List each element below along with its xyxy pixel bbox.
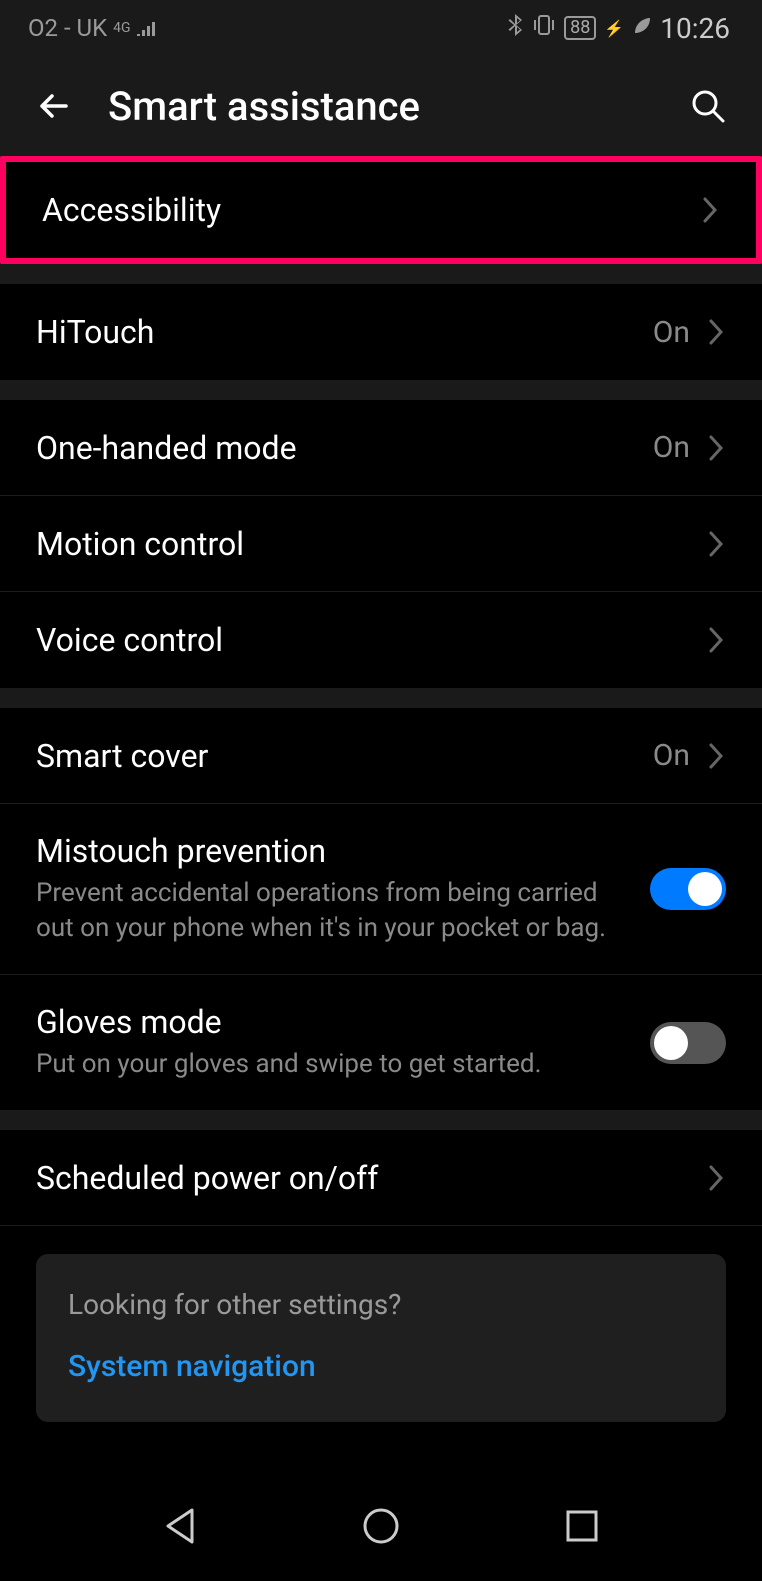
back-button[interactable] <box>32 84 76 128</box>
row-value: On <box>653 430 690 465</box>
nav-recent-button[interactable] <box>558 1502 606 1550</box>
row-one-handed-mode[interactable]: One-handed mode On <box>0 400 762 496</box>
chevron-right-icon <box>706 739 726 773</box>
row-description: Put on your gloves and swipe to get star… <box>36 1047 650 1082</box>
search-button[interactable] <box>686 84 730 128</box>
row-label: Voice control <box>36 621 706 659</box>
toggle-mistouch-prevention[interactable] <box>650 868 726 910</box>
chevron-right-icon <box>706 315 726 349</box>
row-label: Accessibility <box>42 191 700 229</box>
status-bar: O2 - UK 4G 88 ⚡ 10:26 <box>0 0 762 56</box>
battery-charging-icon: ⚡ <box>604 19 624 38</box>
carrier-label: O2 - UK <box>28 14 107 42</box>
nav-home-button[interactable] <box>357 1502 405 1550</box>
app-header: Smart assistance <box>0 56 762 156</box>
navigation-bar <box>0 1471 762 1581</box>
chevron-right-icon <box>706 431 726 465</box>
chevron-right-icon <box>706 623 726 657</box>
other-settings-title: Looking for other settings? <box>68 1288 694 1321</box>
settings-content: Accessibility HiTouch On One-handed mode… <box>0 156 762 1422</box>
row-smart-cover[interactable]: Smart cover On <box>0 708 762 804</box>
chevron-right-icon <box>700 193 720 227</box>
page-title: Smart assistance <box>108 83 654 130</box>
row-value: On <box>653 738 690 773</box>
bluetooth-icon <box>508 13 524 43</box>
row-accessibility[interactable]: Accessibility <box>6 162 756 258</box>
nav-back-button[interactable] <box>156 1502 204 1550</box>
chevron-right-icon <box>706 1161 726 1195</box>
row-label: Motion control <box>36 525 706 563</box>
link-system-navigation[interactable]: System navigation <box>68 1349 694 1384</box>
row-hitouch[interactable]: HiTouch On <box>0 284 762 380</box>
status-right: 88 ⚡ 10:26 <box>508 12 730 45</box>
row-mistouch-prevention: Mistouch prevention Prevent accidental o… <box>0 804 762 975</box>
row-label: Scheduled power on/off <box>36 1159 706 1197</box>
row-label: One-handed mode <box>36 429 653 467</box>
leaf-icon <box>632 14 652 42</box>
row-label: Gloves mode <box>36 1003 650 1041</box>
clock-time: 10:26 <box>660 12 730 45</box>
row-value: On <box>653 315 690 350</box>
battery-indicator: 88 <box>564 16 596 40</box>
row-label: HiTouch <box>36 313 653 351</box>
row-gloves-mode: Gloves mode Put on your gloves and swipe… <box>0 975 762 1110</box>
network-type: 4G <box>113 20 130 36</box>
toggle-gloves-mode[interactable] <box>650 1022 726 1064</box>
row-scheduled-power[interactable]: Scheduled power on/off <box>0 1130 762 1226</box>
section-accessibility-highlighted: Accessibility <box>0 156 762 264</box>
row-description: Prevent accidental operations from being… <box>36 876 650 946</box>
row-label: Smart cover <box>36 737 653 775</box>
row-motion-control[interactable]: Motion control <box>0 496 762 592</box>
other-settings-card: Looking for other settings? System navig… <box>36 1254 726 1422</box>
status-left: O2 - UK 4G <box>28 14 159 42</box>
row-voice-control[interactable]: Voice control <box>0 592 762 688</box>
signal-icon <box>137 14 159 42</box>
vibrate-icon <box>532 14 556 42</box>
chevron-right-icon <box>706 527 726 561</box>
row-label: Mistouch prevention <box>36 832 650 870</box>
